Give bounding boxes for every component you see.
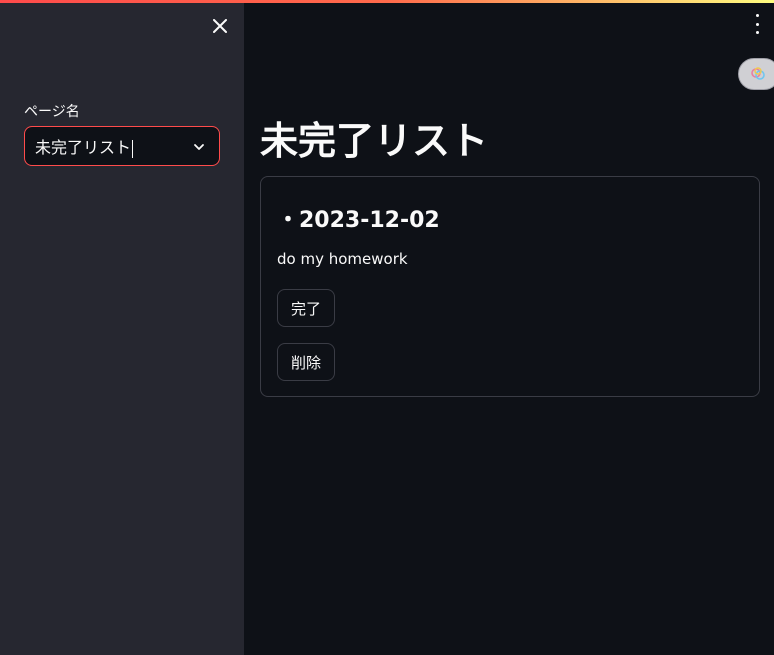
select-label: ページ名	[24, 104, 80, 120]
task-card: ・2023-12-02 do my homework 完了 削除	[260, 176, 760, 397]
page-select-value[interactable]: 未完了リスト	[35, 134, 134, 158]
running-status-icon	[751, 67, 765, 80]
page-select-text: 未完了リスト	[35, 138, 132, 157]
close-icon	[213, 19, 227, 33]
menu-dot	[755, 31, 759, 34]
task-description: do my homework	[277, 250, 408, 268]
page-select[interactable]: 未完了リスト	[24, 126, 220, 166]
sidebar: ページ名 未完了リスト	[0, 0, 244, 655]
menu-dot	[755, 22, 759, 26]
close-sidebar-button[interactable]	[208, 14, 232, 38]
delete-button[interactable]: 削除	[277, 343, 335, 381]
main-content: 未完了リスト ・2023-12-02 do my homework 完了 削除	[244, 0, 774, 655]
main-menu-button[interactable]	[754, 14, 760, 34]
text-cursor	[132, 139, 134, 158]
page-title: 未完了リスト	[260, 119, 489, 163]
menu-dot	[755, 14, 759, 17]
chevron-down-icon[interactable]	[191, 139, 207, 155]
complete-button[interactable]: 完了	[277, 289, 335, 327]
task-date-heading: ・2023-12-02	[277, 208, 440, 233]
header-decoration-bar	[0, 0, 774, 3]
status-widget	[738, 58, 774, 90]
